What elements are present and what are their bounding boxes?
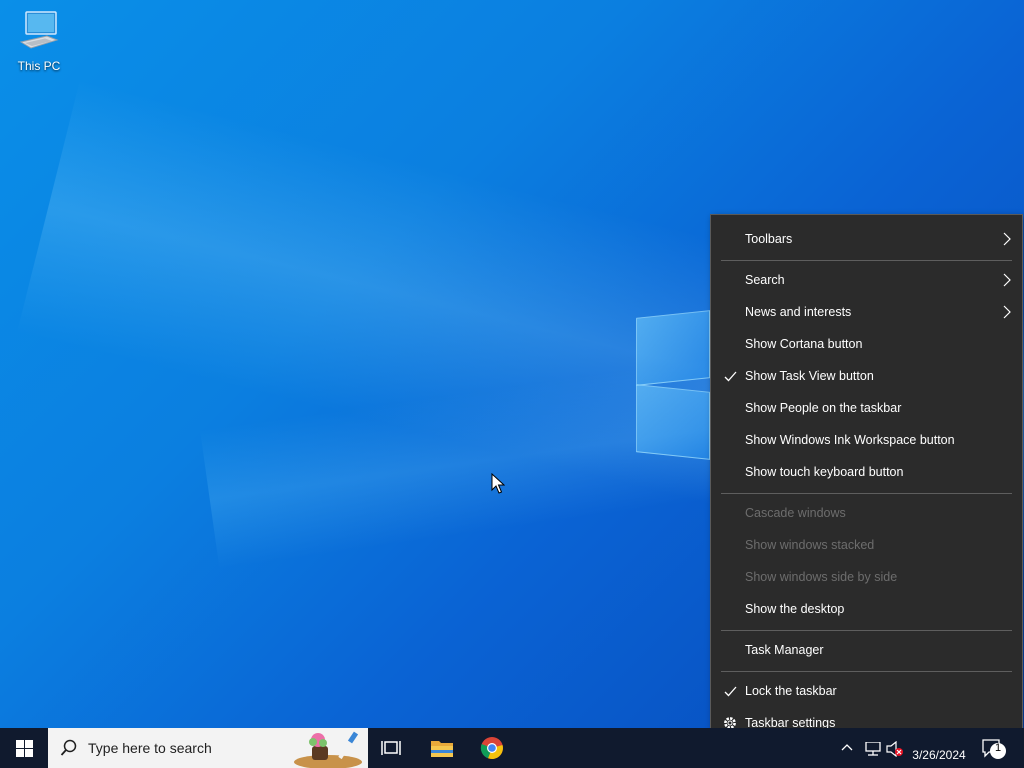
menu-item-task-manager[interactable]: Task Manager — [711, 634, 1022, 666]
start-button[interactable] — [0, 728, 48, 768]
menu-item-label: Show People on the taskbar — [745, 401, 902, 415]
menu-item-label: Show Cortana button — [745, 337, 863, 351]
task-view-icon — [381, 741, 401, 755]
checkmark-icon — [722, 683, 738, 699]
chevron-right-icon — [1002, 232, 1014, 246]
search-highlight-illustration-icon — [294, 731, 362, 768]
checkmark-icon — [722, 368, 738, 384]
menu-item-toolbars[interactable]: Toolbars — [711, 223, 1022, 255]
menu-item-label: Show the desktop — [745, 602, 845, 616]
clock-date: 3/26/2024 — [912, 748, 966, 762]
menu-separator — [721, 630, 1012, 631]
desktop-icon-label: This PC — [17, 59, 61, 73]
menu-item-show-cortana-button[interactable]: Show Cortana button — [711, 328, 1022, 360]
menu-item-label: Show Windows Ink Workspace button — [745, 433, 955, 447]
menu-item-label: Lock the taskbar — [745, 684, 837, 698]
action-center-button[interactable]: 1 — [982, 738, 1008, 765]
task-view-button[interactable] — [368, 728, 414, 768]
menu-item-label: Task Manager — [745, 643, 824, 657]
menu-item-lock-the-taskbar[interactable]: Lock the taskbar — [711, 675, 1022, 707]
file-explorer-button[interactable] — [419, 728, 465, 768]
menu-item-label: Show windows side by side — [745, 570, 898, 584]
menu-item-label: Show touch keyboard button — [745, 465, 904, 479]
menu-item-label: Search — [745, 273, 785, 287]
menu-item-label: Show Task View button — [745, 369, 874, 383]
volume-muted-icon[interactable] — [886, 741, 904, 757]
menu-item-show-task-view-button[interactable]: Show Task View button — [711, 360, 1022, 392]
menu-item-show-windows-side-by-side: Show windows side by side — [711, 561, 1022, 593]
folder-icon — [431, 741, 453, 757]
menu-item-show-windows-ink-workspace-button[interactable]: Show Windows Ink Workspace button — [711, 424, 1022, 456]
chrome-icon — [480, 737, 503, 760]
menu-item-label: Toolbars — [745, 232, 793, 246]
show-hidden-icons-chevron-icon[interactable] — [841, 743, 853, 751]
menu-item-show-people-on-the-taskbar[interactable]: Show People on the taskbar — [711, 392, 1022, 424]
windows-logo-icon — [15, 739, 33, 757]
chevron-right-icon — [1002, 273, 1014, 287]
taskbar: Type here to search 3/26/2024 1 — [0, 728, 1024, 768]
search-placeholder: Type here to search — [88, 740, 212, 756]
notification-count: 1 — [994, 742, 1002, 754]
computer-icon — [19, 11, 59, 49]
mouse-cursor-icon — [491, 473, 505, 494]
chrome-button[interactable] — [469, 728, 515, 768]
menu-separator — [721, 493, 1012, 494]
menu-separator — [721, 671, 1012, 672]
menu-item-cascade-windows: Cascade windows — [711, 497, 1022, 529]
desktop-icon-this-pc[interactable]: This PC — [12, 8, 66, 73]
menu-separator — [721, 260, 1012, 261]
taskbar-search-box[interactable]: Type here to search — [48, 728, 368, 768]
menu-item-show-windows-stacked: Show windows stacked — [711, 529, 1022, 561]
chevron-right-icon — [1002, 305, 1014, 319]
network-icon[interactable] — [864, 742, 882, 756]
clock[interactable]: 3/26/2024 — [906, 728, 972, 768]
menu-item-news-and-interests[interactable]: News and interests — [711, 296, 1022, 328]
menu-item-label: Show windows stacked — [745, 538, 875, 552]
search-icon — [60, 739, 77, 756]
menu-item-label: Cascade windows — [745, 506, 846, 520]
menu-item-search[interactable]: Search — [711, 264, 1022, 296]
menu-item-show-touch-keyboard-button[interactable]: Show touch keyboard button — [711, 456, 1022, 488]
taskbar-context-menu: Toolbars Search News and interests Show Cor… — [710, 214, 1023, 747]
menu-item-show-the-desktop[interactable]: Show the desktop — [711, 593, 1022, 625]
menu-item-label: News and interests — [745, 305, 852, 319]
